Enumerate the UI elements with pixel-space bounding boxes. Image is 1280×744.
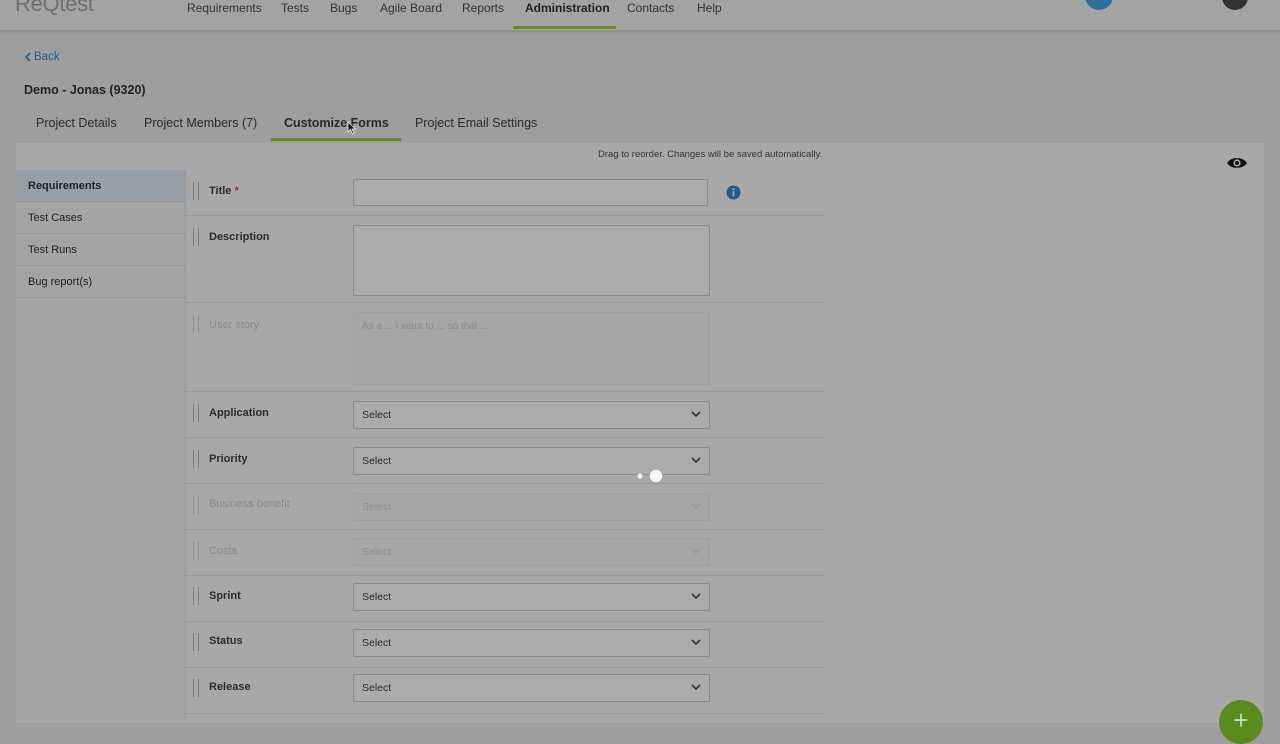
chevron-down-icon	[691, 548, 701, 555]
form-row-priority[interactable]: Priority Select	[186, 438, 824, 484]
field-label-release: Release	[209, 681, 251, 693]
drag-handle[interactable]	[193, 404, 199, 422]
business-benefit-select[interactable]: Select	[353, 493, 710, 521]
form-row-user-story[interactable]: User story As a ... I want to ... so tha…	[186, 303, 824, 392]
field-label-title: Title *	[209, 185, 239, 197]
form-row-description[interactable]: Description	[186, 216, 824, 303]
select-value: Select	[362, 455, 392, 467]
info-icon[interactable]	[726, 185, 741, 200]
field-label-application: Application	[209, 407, 269, 419]
field-label-text: Title	[209, 185, 232, 197]
form-row-sprint[interactable]: Sprint Select	[186, 576, 824, 622]
drag-handle[interactable]	[193, 587, 199, 605]
nav-bugs[interactable]: Bugs	[330, 1, 357, 15]
field-label-user-story: User story	[209, 319, 260, 331]
sidebar-item-requirements[interactable]: Requirements	[16, 170, 185, 202]
tab-project-email-settings[interactable]: Project Email Settings	[415, 116, 537, 130]
drag-handle[interactable]	[193, 182, 199, 200]
add-button[interactable]: +	[1219, 700, 1263, 744]
field-label-sprint: Sprint	[209, 590, 241, 602]
title-input[interactable]	[353, 179, 708, 206]
sprint-select[interactable]: Select	[353, 583, 710, 611]
drag-handle[interactable]	[193, 633, 199, 651]
sidebar-item-label: Requirements	[28, 180, 102, 192]
active-tab-indicator	[271, 138, 401, 141]
user-story-placeholder: As a ... I want to ... so that ...	[362, 321, 489, 332]
drag-handle[interactable]	[193, 679, 199, 697]
sidebar-item-label: Test Cases	[28, 212, 83, 224]
select-value: Select	[362, 501, 392, 513]
select-value: Select	[362, 682, 392, 694]
costs-select[interactable]: Select	[353, 538, 710, 566]
select-value: Select	[362, 546, 392, 558]
active-nav-indicator	[513, 26, 616, 29]
back-link-label: Back	[34, 51, 60, 63]
loading-spinner-icon	[637, 469, 663, 483]
eye-icon[interactable]	[1226, 156, 1248, 170]
required-marker: *	[234, 185, 239, 197]
select-value: Select	[362, 591, 392, 603]
tab-project-details[interactable]: Project Details	[36, 116, 117, 130]
application-select[interactable]: Select	[353, 401, 710, 429]
select-value: Select	[362, 637, 392, 649]
top-navigation-bar: ReQtest Requirements Tests Bugs Agile Bo…	[0, 0, 1280, 31]
sidebar-item-label: Bug report(s)	[28, 276, 93, 288]
form-row-release[interactable]: Release Select	[186, 668, 824, 714]
sidebar-item-label: Test Runs	[28, 244, 77, 256]
form-row-status[interactable]: Status Select	[186, 622, 824, 668]
sidebar-item-test-cases[interactable]: Test Cases	[16, 202, 185, 234]
chevron-down-icon	[691, 593, 701, 600]
release-select[interactable]: Select	[353, 674, 710, 702]
drag-handle[interactable]	[193, 496, 199, 514]
nav-reports[interactable]: Reports	[462, 1, 504, 15]
form-type-sidebar: Requirements Test Cases Test Runs Bug re…	[16, 170, 186, 720]
nav-tests[interactable]: Tests	[281, 1, 309, 15]
back-link[interactable]: Back	[24, 51, 60, 63]
nav-requirements[interactable]: Requirements	[187, 1, 262, 15]
drag-handle[interactable]	[193, 542, 199, 560]
reorder-hint: Drag to reorder. Changes will be saved a…	[598, 149, 823, 160]
chevron-down-icon	[691, 457, 701, 464]
field-label-business-benefit: Business benefit	[209, 498, 290, 510]
avatar[interactable]	[1222, 0, 1248, 10]
chevron-down-icon	[691, 639, 701, 646]
status-select[interactable]: Select	[353, 629, 710, 657]
tab-customize-forms[interactable]: Customize Forms	[284, 116, 389, 130]
chevron-down-icon	[691, 684, 701, 691]
description-textarea[interactable]	[353, 225, 710, 296]
tab-project-members[interactable]: Project Members (7)	[144, 116, 257, 130]
chevron-down-icon	[691, 411, 701, 418]
user-story-textarea[interactable]: As a ... I want to ... so that ...	[353, 312, 710, 385]
field-label-status: Status	[209, 635, 243, 647]
field-label-priority: Priority	[209, 453, 248, 465]
chevron-left-icon	[24, 52, 31, 62]
field-label-description: Description	[209, 231, 270, 243]
sidebar-item-bug-reports[interactable]: Bug report(s)	[16, 266, 185, 298]
app-logo[interactable]: ReQtest	[15, 0, 94, 17]
form-row-business-benefit[interactable]: Business benefit Select	[186, 484, 824, 530]
form-row-application[interactable]: Application Select	[186, 392, 824, 438]
plus-icon: +	[1233, 705, 1249, 735]
select-value: Select	[362, 409, 392, 421]
drag-handle[interactable]	[193, 315, 199, 333]
notification-icon[interactable]	[1085, 0, 1113, 10]
nav-agile-board[interactable]: Agile Board	[380, 1, 442, 15]
form-row-costs[interactable]: Costs Select	[186, 530, 824, 576]
drag-handle[interactable]	[193, 450, 199, 468]
chevron-down-icon	[691, 503, 701, 510]
nav-contacts[interactable]: Contacts	[627, 1, 674, 15]
sidebar-item-test-runs[interactable]: Test Runs	[16, 234, 185, 266]
field-label-costs: Costs	[209, 545, 238, 557]
page-title: Demo - Jonas (9320)	[24, 83, 146, 97]
nav-administration[interactable]: Administration	[525, 1, 610, 15]
nav-help[interactable]: Help	[697, 1, 722, 15]
drag-handle[interactable]	[193, 228, 199, 246]
mouse-cursor-icon	[347, 121, 357, 135]
